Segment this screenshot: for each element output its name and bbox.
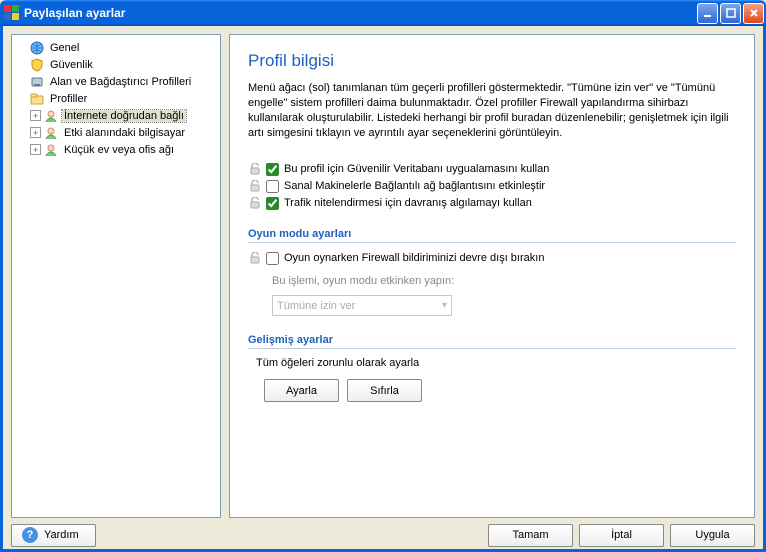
set-button[interactable]: Ayarla xyxy=(264,379,339,402)
advanced-description: Tüm öğeleri zorunlu olarak ayarla xyxy=(256,357,736,369)
close-button[interactable] xyxy=(743,3,764,24)
profile-option-label[interactable]: Sanal Makinelerle Bağlantılı ağ bağlantı… xyxy=(284,180,545,192)
content-panel: Profil bilgisi Menü ağacı (sol) tanımlan… xyxy=(229,34,755,518)
help-label: Yardım xyxy=(44,529,79,541)
tree-item-label: Alan ve Bağdaştırıcı Profilleri xyxy=(48,76,193,88)
chevron-down-icon: ▾ xyxy=(442,300,447,311)
minimize-button[interactable] xyxy=(697,3,718,24)
expand-icon xyxy=(16,93,27,104)
lock-open-icon xyxy=(248,196,262,210)
page-description: Menü ağacı (sol) tanımlanan tüm geçerli … xyxy=(248,81,736,140)
expand-icon[interactable]: + xyxy=(30,127,41,138)
expand-icon[interactable]: + xyxy=(30,144,41,155)
game-mode-select-value: Tümüne izin ver xyxy=(277,300,355,312)
profile-option-checkbox[interactable] xyxy=(266,180,279,193)
shield-icon xyxy=(29,57,45,73)
lock-open-icon xyxy=(248,162,262,176)
game-mode-heading: Oyun modu ayarları xyxy=(248,228,736,243)
user-icon xyxy=(43,108,59,124)
tree-item-label: Etki alanındaki bilgisayar xyxy=(62,127,187,139)
app-icon xyxy=(4,5,20,21)
tree-item[interactable]: Genel xyxy=(14,39,218,56)
page-title: Profil bilgisi xyxy=(248,51,736,71)
profile-option-label[interactable]: Trafik nitelendirmesi için davranış algı… xyxy=(284,197,532,209)
help-button[interactable]: ? Yardım xyxy=(11,524,96,547)
tree-item[interactable]: + Küçük ev veya ofis ağı xyxy=(14,141,218,158)
expand-icon xyxy=(16,76,27,87)
user-icon xyxy=(43,125,59,141)
tree-item[interactable]: Güvenlik xyxy=(14,56,218,73)
expand-icon xyxy=(16,42,27,53)
tree-item-label: Profiller xyxy=(48,93,89,105)
profile-option-row: Bu profil için Güvenilir Veritabanı uygu… xyxy=(248,162,736,176)
lock-open-icon xyxy=(248,251,262,265)
ok-button[interactable]: Tamam xyxy=(488,524,573,547)
game-mode-subtext: Bu işlemi, oyun modu etkinken yapın: xyxy=(272,275,736,287)
apply-button[interactable]: Uygula xyxy=(670,524,755,547)
cancel-button[interactable]: İptal xyxy=(579,524,664,547)
game-mode-check-row: Oyun oynarken Firewall bildiriminizi dev… xyxy=(248,251,736,265)
tree-item-label: Genel xyxy=(48,42,81,54)
tree-item[interactable]: Alan ve Bağdaştırıcı Profilleri xyxy=(14,73,218,90)
tree-item[interactable]: + Etki alanındaki bilgisayar xyxy=(14,124,218,141)
profile-option-checkbox[interactable] xyxy=(266,197,279,210)
dialog-footer: ? Yardım Tamam İptal Uygula xyxy=(0,526,766,552)
window-title: Paylaşılan ayarlar xyxy=(24,6,697,20)
tree-item-label: İnternete doğrudan bağlı xyxy=(62,110,186,122)
profile-option-row: Sanal Makinelerle Bağlantılı ağ bağlantı… xyxy=(248,179,736,193)
tree-item-label: Güvenlik xyxy=(48,59,95,71)
game-mode-checkbox[interactable] xyxy=(266,252,279,265)
expand-icon[interactable]: + xyxy=(30,110,41,121)
advanced-heading: Gelişmiş ayarlar xyxy=(248,334,736,349)
maximize-button[interactable] xyxy=(720,3,741,24)
tree-item[interactable]: Profiller xyxy=(14,90,218,107)
nav-tree: Genel Güvenlik Alan ve Bağdaştırıcı Profil… xyxy=(11,34,221,518)
lock-open-icon xyxy=(248,179,262,193)
tree-item-label: Küçük ev veya ofis ağı xyxy=(62,144,176,156)
user-icon xyxy=(43,142,59,158)
folder-icon xyxy=(29,91,45,107)
titlebar: Paylaşılan ayarlar xyxy=(0,0,766,26)
game-mode-select: Tümüne izin ver ▾ xyxy=(272,295,452,316)
nic-icon xyxy=(29,74,45,90)
expand-icon xyxy=(16,59,27,70)
profile-option-checkbox[interactable] xyxy=(266,163,279,176)
globe-icon xyxy=(29,40,45,56)
profile-option-label[interactable]: Bu profil için Güvenilir Veritabanı uygu… xyxy=(284,163,549,175)
profile-option-row: Trafik nitelendirmesi için davranış algı… xyxy=(248,196,736,210)
reset-button[interactable]: Sıfırla xyxy=(347,379,422,402)
tree-item[interactable]: + İnternete doğrudan bağlı xyxy=(14,107,218,124)
help-icon: ? xyxy=(22,527,38,543)
game-mode-check-label[interactable]: Oyun oynarken Firewall bildiriminizi dev… xyxy=(284,252,544,264)
